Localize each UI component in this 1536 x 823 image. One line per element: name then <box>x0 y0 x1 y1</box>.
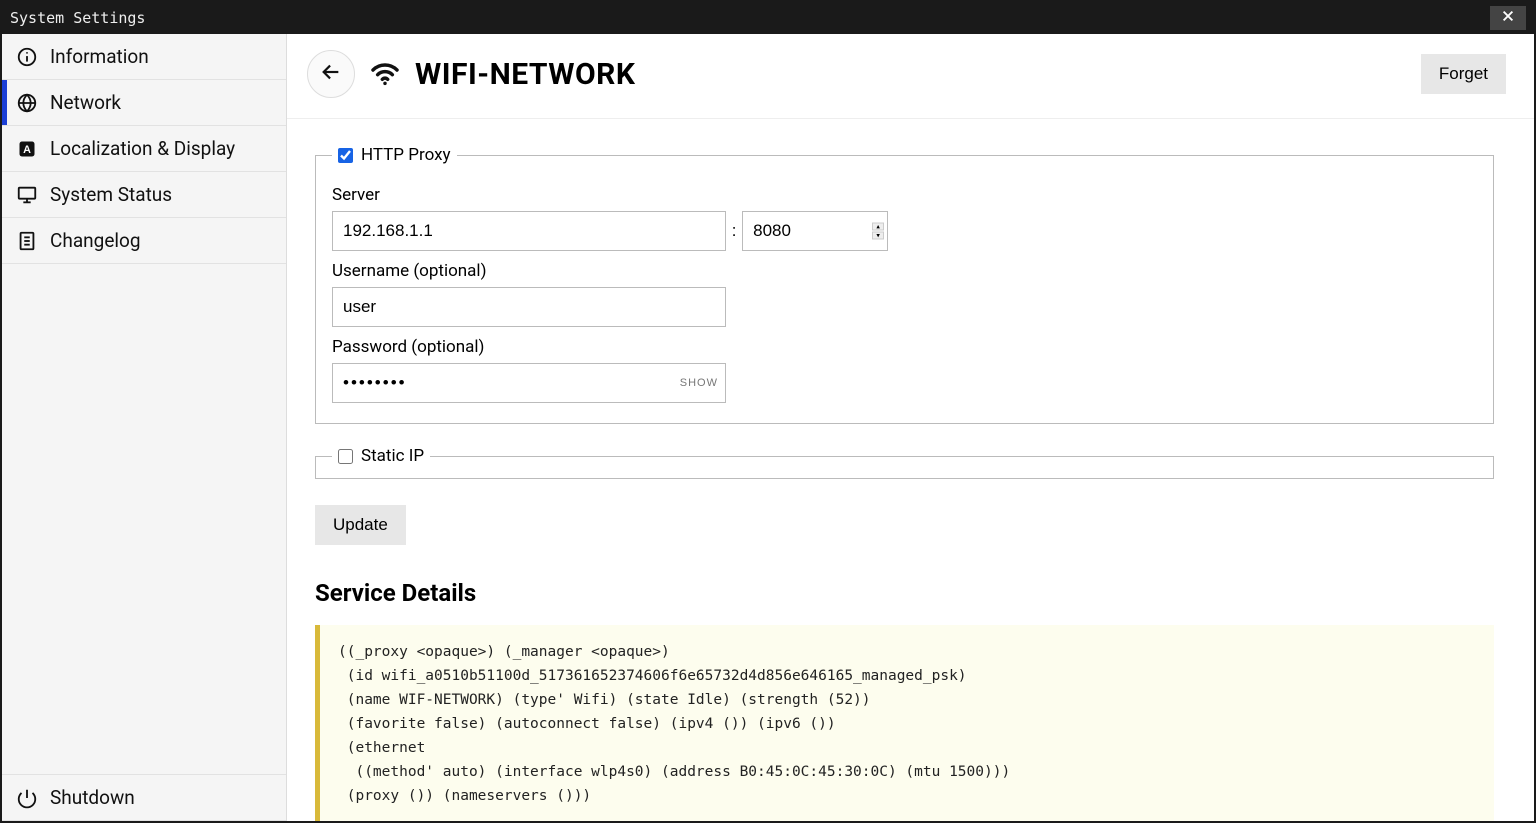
titlebar: System Settings <box>2 2 1534 34</box>
window-close-button[interactable] <box>1490 6 1526 30</box>
static-ip-checkbox[interactable] <box>338 449 353 464</box>
sidebar-item-label: Changelog <box>50 229 141 252</box>
sidebar-item-label: System Status <box>50 183 172 206</box>
sidebar-item-label: Shutdown <box>50 786 135 809</box>
service-details-code: ((_proxy <opaque>) (_manager <opaque>) (… <box>315 625 1494 821</box>
sidebar-item-shutdown[interactable]: Shutdown <box>2 775 286 821</box>
sidebar-item-label: Localization & Display <box>50 137 235 160</box>
static-ip-legend: Static IP <box>361 446 424 466</box>
document-icon <box>16 230 38 252</box>
sidebar-item-system-status[interactable]: System Status <box>2 172 286 218</box>
sidebar-item-label: Information <box>50 45 149 68</box>
server-port-separator: : <box>732 221 736 241</box>
password-label: Password (optional) <box>332 337 1477 357</box>
globe-icon <box>16 92 38 114</box>
sidebar-item-information[interactable]: Information <box>2 34 286 80</box>
info-icon <box>16 46 38 68</box>
port-spinner[interactable]: ▴▾ <box>872 223 884 240</box>
port-input[interactable] <box>742 211 888 251</box>
username-label: Username (optional) <box>332 261 1477 281</box>
language-icon: A <box>16 138 38 160</box>
sidebar-item-network[interactable]: Network <box>2 80 286 126</box>
http-proxy-fieldset: HTTP Proxy Server : ▴▾ Username (optiona… <box>315 145 1494 424</box>
page-title: WIFI-NETWORK <box>415 57 1407 92</box>
static-ip-fieldset: Static IP <box>315 446 1494 479</box>
sidebar-item-changelog[interactable]: Changelog <box>2 218 286 264</box>
monitor-icon <box>16 184 38 206</box>
server-input[interactable] <box>332 211 726 251</box>
server-label: Server <box>332 185 1477 205</box>
window-title: System Settings <box>10 9 1490 27</box>
username-input[interactable] <box>332 287 726 327</box>
power-icon <box>16 787 38 809</box>
forget-button[interactable]: Forget <box>1421 54 1506 94</box>
http-proxy-legend: HTTP Proxy <box>361 145 451 165</box>
wifi-icon <box>369 58 401 90</box>
svg-text:A: A <box>23 144 31 156</box>
http-proxy-checkbox[interactable] <box>338 148 353 163</box>
show-password-button[interactable]: SHOW <box>680 377 718 389</box>
sidebar-item-localization[interactable]: A Localization & Display <box>2 126 286 172</box>
sidebar-item-label: Network <box>50 91 121 114</box>
service-details-heading: Service Details <box>315 579 1494 607</box>
arrow-left-icon <box>320 61 342 87</box>
close-icon <box>1501 9 1515 27</box>
password-input[interactable] <box>332 363 726 403</box>
sidebar: Information Network A Localization & Dis… <box>2 34 287 821</box>
update-button[interactable]: Update <box>315 505 406 545</box>
back-button[interactable] <box>307 50 355 98</box>
main-content: WIFI-NETWORK Forget HTTP Proxy Server : <box>287 34 1534 821</box>
